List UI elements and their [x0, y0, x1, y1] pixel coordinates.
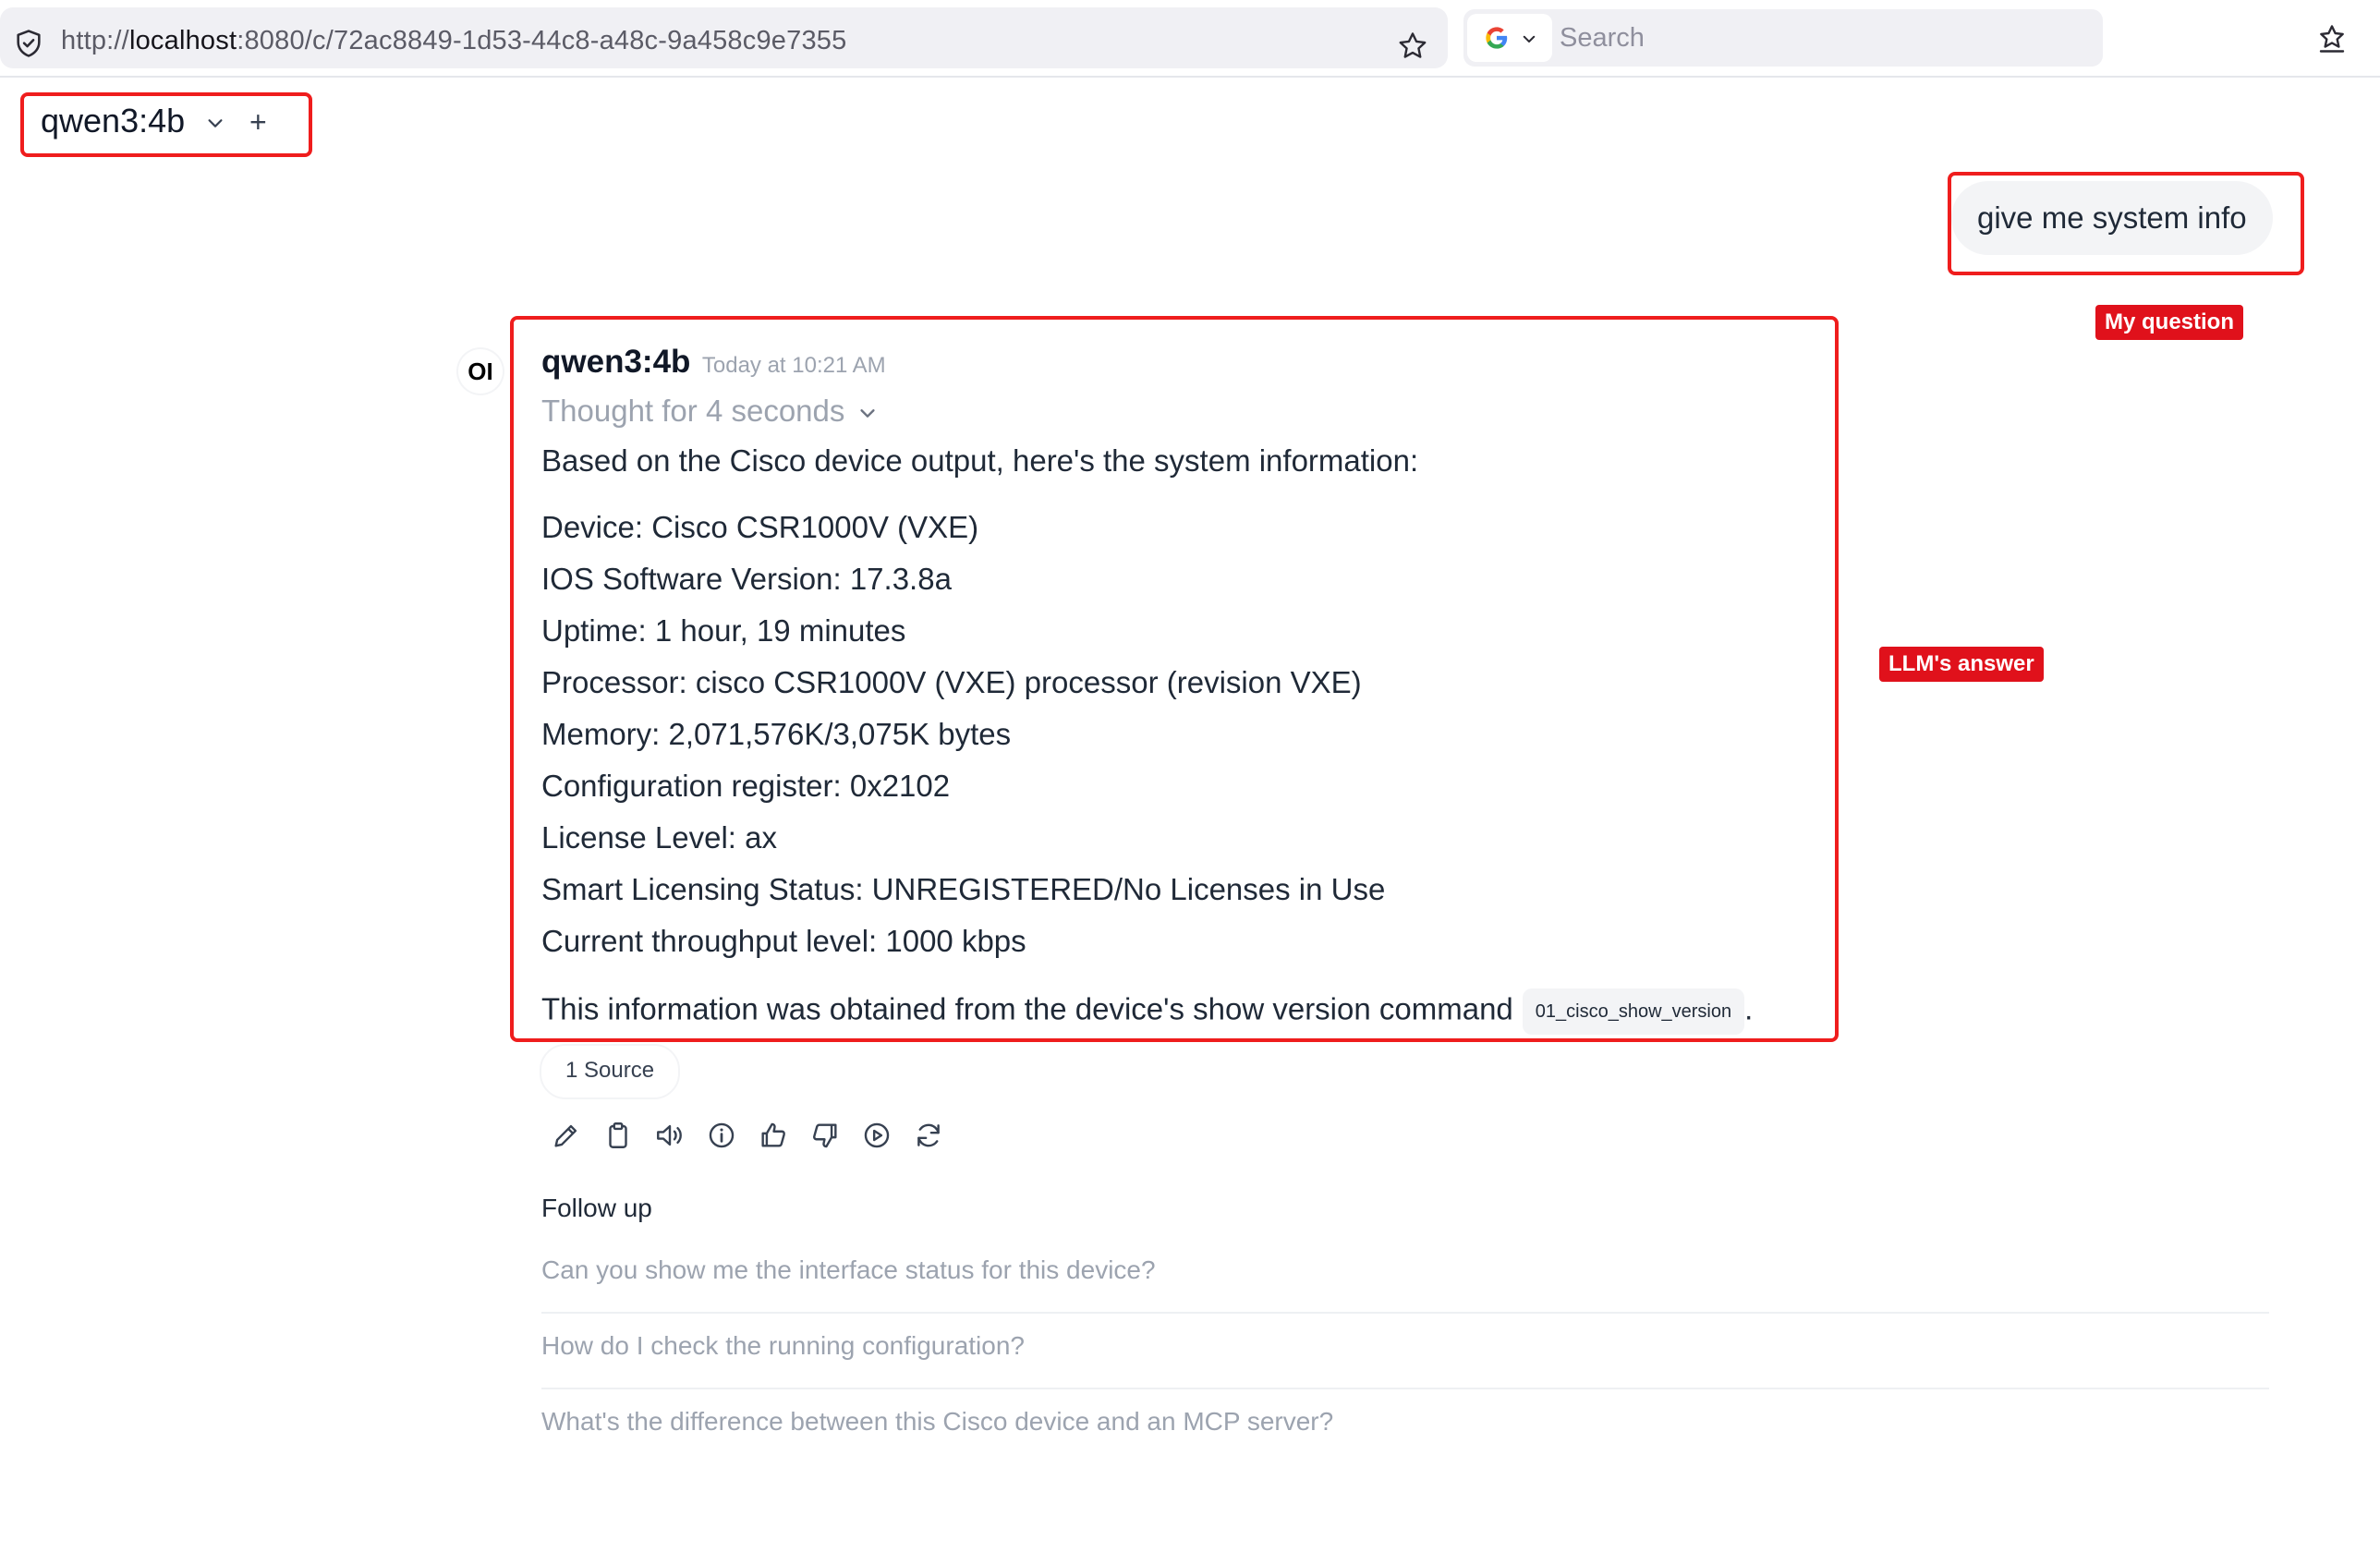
edit-icon[interactable]: [551, 1120, 582, 1151]
copy-icon[interactable]: [602, 1120, 634, 1151]
url-text[interactable]: http://localhost:8080/c/72ac8849-1d53-44…: [61, 26, 846, 56]
thumbs-down-icon[interactable]: [809, 1120, 841, 1151]
followup-list: Can you show me the interface status for…: [541, 1240, 2269, 1467]
url-host: localhost: [128, 26, 237, 55]
info-icon[interactable]: [706, 1120, 737, 1151]
play-icon[interactable]: [861, 1120, 892, 1151]
google-icon: [1486, 27, 1508, 49]
followup-suggestion[interactable]: What's the difference between this Cisco…: [541, 1391, 2269, 1465]
browser-toolbar: http://localhost:8080/c/72ac8849-1d53-44…: [0, 0, 2380, 78]
model-annotation-box: [20, 92, 312, 157]
assistant-avatar: OI: [458, 349, 503, 394]
search-bar[interactable]: Search: [1463, 9, 2103, 67]
chevron-down-icon: [1523, 35, 1536, 42]
regenerate-icon[interactable]: [913, 1120, 944, 1151]
question-annotation-box: [1948, 172, 2304, 275]
thumbs-up-icon[interactable]: [758, 1120, 789, 1151]
url-path: :8080/c/72ac8849-1d53-44c8-a48c-9a458c9e…: [237, 26, 847, 55]
followup-heading: Follow up: [541, 1194, 652, 1222]
search-engine-button[interactable]: [1467, 14, 1552, 62]
search-placeholder[interactable]: Search: [1560, 23, 1645, 54]
question-annotation-label: My question: [2095, 305, 2244, 340]
answer-annotation-box: [510, 316, 1839, 1042]
address-bar[interactable]: http://localhost:8080/c/72ac8849-1d53-44…: [0, 7, 1448, 68]
followup-suggestion[interactable]: How do I check the running configuration…: [541, 1316, 2269, 1389]
shield-icon[interactable]: [13, 28, 44, 59]
url-scheme: http://: [61, 26, 129, 55]
read-aloud-icon[interactable]: [654, 1120, 686, 1151]
extensions-icon[interactable]: [2315, 22, 2349, 55]
sources-button[interactable]: 1 Source: [540, 1044, 681, 1099]
followup-suggestion[interactable]: Can you show me the interface status for…: [541, 1240, 2269, 1314]
answer-annotation-label: LLM's answer: [1879, 647, 2044, 682]
bookmark-star-icon[interactable]: [1396, 30, 1429, 63]
